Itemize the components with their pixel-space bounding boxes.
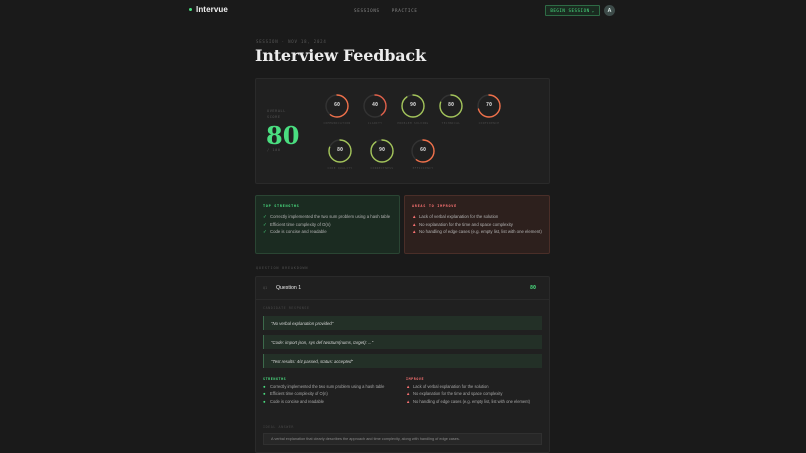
- overall-score-value: 80: [266, 121, 300, 150]
- list-item: ▲ Lack of verbal explanation for the solu…: [412, 214, 499, 219]
- response-quote: "No verbal explanation provided": [263, 316, 542, 330]
- list-item: ✓ Efficient time complexity of O(n): [263, 221, 331, 227]
- top-strengths-panel: TOP STRENGTHS ✓ Correctly implemented the…: [255, 195, 400, 254]
- question-improve-title: IMPROVE: [406, 377, 425, 381]
- gauge-value: 60: [419, 147, 427, 153]
- gauge-value: 60: [333, 102, 341, 108]
- gauge-value: 70: [485, 102, 493, 108]
- question-number: Q1: [263, 286, 268, 290]
- gauge-label: CONFIDENCE: [478, 121, 500, 125]
- gauge-label: CODE QUALITY: [327, 166, 353, 170]
- gauge-value: 90: [409, 102, 417, 108]
- warning-icon: ▲: [406, 398, 411, 404]
- candidate-response-label: CANDIDATE RESPONSE: [263, 306, 310, 310]
- nav-link-practice[interactable]: PRACTICE: [392, 8, 418, 13]
- top-strengths-title: TOP STRENGTHS: [263, 204, 300, 208]
- list-item: ● Correctly implemented the two sum probl…: [263, 384, 385, 389]
- avatar-initial: A: [607, 7, 612, 14]
- gauge-efficiency: 60 EFFICIENCY: [405, 138, 441, 172]
- question-strengths: STRENGTHS ● Correctly implemented the two…: [263, 377, 399, 406]
- nav-links: SESSIONS PRACTICE: [354, 8, 418, 13]
- gauge-problem-solving: 90 PROBLEM SOLVING: [395, 93, 431, 127]
- check-icon: ✓: [263, 221, 267, 227]
- gauge-label: EFFICIENCY: [412, 166, 434, 170]
- gauge-confidence: 70 CONFIDENCE: [471, 93, 507, 127]
- check-icon: ✓: [263, 229, 267, 235]
- overall-score-sub: / 100: [267, 148, 281, 152]
- gauge-communication: 60 COMMUNICATION: [319, 93, 355, 127]
- gauge-label: CORRECTNESS: [370, 166, 394, 170]
- gauge-code-quality: 80 CODE QUALITY: [322, 138, 358, 172]
- warning-icon: ▲: [406, 391, 411, 397]
- overall-score-label: OVERALL SCORE: [267, 109, 286, 119]
- question-strengths-title: STRENGTHS: [263, 377, 287, 381]
- avatar[interactable]: A: [604, 5, 615, 16]
- top-nav: Intervue SESSIONS PRACTICE BEGIN SESSION…: [0, 0, 806, 22]
- gauge-value: 40: [371, 102, 379, 108]
- brand-name: Intervue: [196, 5, 228, 14]
- gauge-value: 80: [336, 147, 344, 153]
- areas-to-improve-list: ▲ Lack of verbal explanation for the solu…: [412, 214, 546, 237]
- list-item: ● Efficient time complexity of O(n): [263, 391, 328, 397]
- response-quote: "Code: import json, sys def twoSum(nums,…: [263, 335, 542, 349]
- session-meta: SESSION · NOV 18, 2024: [256, 39, 327, 44]
- question-breakdown-label: QUESTION BREAKDOWN: [256, 266, 309, 270]
- warning-icon: ▲: [412, 221, 417, 227]
- areas-to-improve-title: AREAS TO IMPROVE: [412, 204, 457, 208]
- list-item: ▲ No handling of edge cases (e.g. empty l…: [412, 229, 542, 235]
- chevron-down-icon: ⌄: [591, 8, 595, 13]
- ideal-answer-label: IDEAL ANSWER: [263, 425, 295, 429]
- gauge-value: 80: [447, 102, 455, 108]
- warning-icon: ▲: [406, 384, 411, 389]
- question-card[interactable]: Q1 Question 1 80 CANDIDATE RESPONSE "No …: [255, 276, 550, 453]
- list-item: ✓ Correctly implemented the two sum probl…: [263, 214, 391, 219]
- question-title: Question 1: [276, 285, 302, 291]
- ideal-answer-box: A verbal explanation that clearly descri…: [263, 433, 542, 445]
- question-score: 80: [529, 285, 536, 291]
- list-item: ▲ No explanation for the time and space c…: [406, 391, 503, 397]
- check-icon: ✓: [263, 214, 267, 219]
- response-quote: "Test results: 4/4 passed, status: accep…: [263, 354, 542, 368]
- list-item: ▲ No handling of edge cases (e.g. empty l…: [406, 398, 530, 404]
- areas-to-improve-panel: AREAS TO IMPROVE ▲ Lack of verbal explana…: [404, 195, 550, 254]
- list-item: ✓ Code is concise and readable: [263, 229, 327, 235]
- bullet-icon: ●: [263, 384, 266, 389]
- score-card: OVERALL SCORE 80 / 100 60 COMMUNICATION …: [255, 78, 550, 184]
- warning-icon: ▲: [412, 229, 417, 235]
- warning-icon: ▲: [412, 214, 417, 219]
- gauge-clarity: 40 CLARITY: [357, 93, 393, 127]
- nav-link-sessions[interactable]: SESSIONS: [354, 8, 380, 13]
- list-item: ▲ Lack of verbal explanation for the solu…: [406, 384, 489, 389]
- page-title: Interview Feedback: [255, 46, 426, 65]
- question-improve: IMPROVE ▲ Lack of verbal explanation for …: [406, 377, 542, 406]
- gauge-value: 90: [378, 147, 386, 153]
- divider: [256, 299, 549, 300]
- gauge-correctness: 90 CORRECTNESS: [364, 138, 400, 172]
- brand-logo[interactable]: Intervue: [189, 5, 228, 14]
- list-item: ● Code is concise and readable: [263, 398, 324, 404]
- begin-session-label: BEGIN SESSION: [550, 8, 590, 13]
- bullet-icon: ●: [263, 391, 266, 397]
- begin-session-button[interactable]: BEGIN SESSION ⌄: [545, 5, 600, 16]
- bullet-icon: ●: [263, 398, 266, 404]
- gauge-technical: 80 TECHNICAL: [433, 93, 469, 127]
- brand-dot-icon: [189, 8, 192, 11]
- top-strengths-list: ✓ Correctly implemented the two sum probl…: [263, 214, 397, 237]
- list-item: ▲ No explanation for the time and space c…: [412, 221, 513, 227]
